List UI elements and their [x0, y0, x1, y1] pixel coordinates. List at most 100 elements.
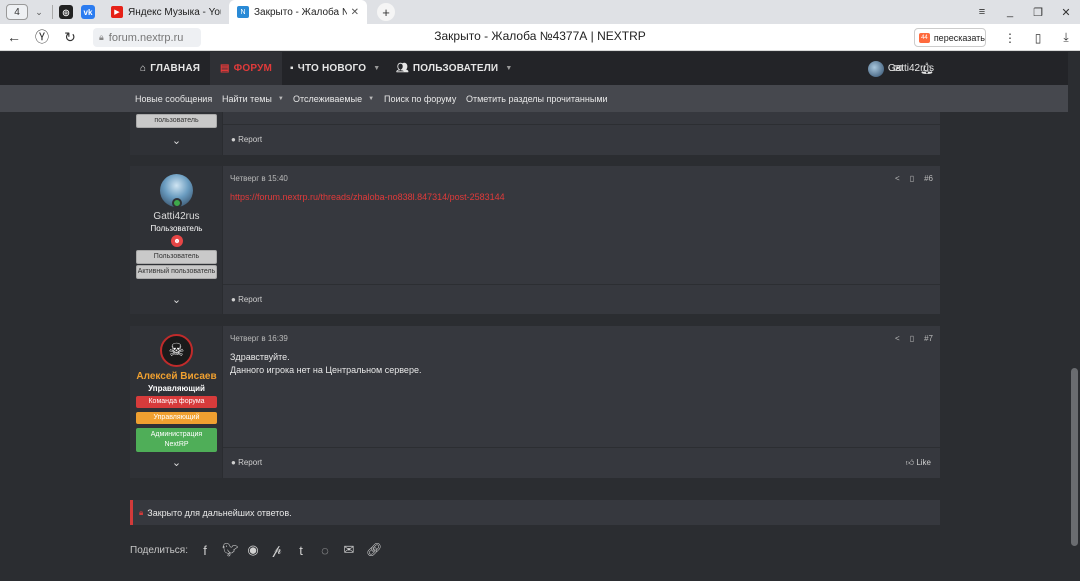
post-text-line: Данного игрока нет на Центральном сервер… [230, 365, 422, 375]
retell-label: пересказать [933, 32, 985, 43]
reddit-icon[interactable]: ◉ [246, 542, 260, 558]
avatar[interactable]: ☠ [160, 334, 193, 367]
link-icon[interactable]: 🔗︎ [366, 542, 383, 558]
chevron-down-icon[interactable]: ▼ [368, 96, 374, 102]
tab-youtube[interactable]: ▶ Яндекс Музыка - YouTube [103, 1, 229, 23]
twitter-icon[interactable]: 🐦︎ [222, 542, 239, 558]
post-number[interactable]: #6 [924, 174, 933, 183]
thread-closed-notice: 🔒︎ Закрыто для дальнейших ответов. [130, 500, 940, 525]
new-tab-button[interactable]: + [377, 3, 395, 21]
page-scrollbar[interactable] [1068, 52, 1080, 581]
minimize-icon[interactable]: _ [996, 6, 1024, 18]
chevron-down-icon[interactable]: ▼ [373, 65, 380, 72]
yandex-icon[interactable]: Ⓨ [28, 27, 56, 47]
youtube-icon: ▶ [111, 6, 123, 18]
pinterest-icon[interactable]: 𝓅 [270, 542, 284, 558]
tumblr-icon[interactable]: t [294, 543, 308, 558]
post-username[interactable]: Алексей Висаев [130, 371, 223, 382]
chevron-down-icon[interactable]: ▼ [278, 96, 284, 102]
subnav-new-posts[interactable]: Новые сообщения [135, 85, 212, 112]
user-banner: Активный пользователь [136, 265, 217, 279]
subnav-find-threads[interactable]: Найти темы ▼ [222, 85, 284, 112]
post-tools: < ▯ #7 [895, 334, 933, 343]
bookmark-icon[interactable]: ▯ [910, 174, 914, 183]
back-arrow-icon[interactable]: ← [0, 29, 28, 45]
user-title: Управляющий [148, 384, 205, 393]
download-icon[interactable]: ⤓ [1052, 30, 1080, 45]
user-banner: Управляющий [136, 412, 217, 424]
post-user-column: Gatti42rus Пользователь ☻ Пользователь А… [130, 166, 223, 314]
inbox-icon[interactable]: ✉ [893, 52, 902, 85]
report-link[interactable]: ● Report [231, 295, 262, 304]
addressbar-actions: ⋮ ▯ ⤓ [996, 24, 1080, 51]
nav-forum[interactable]: ▤ ФОРУМ [210, 52, 283, 85]
report-label: Report [238, 135, 263, 144]
subnav-search-forum[interactable]: Поиск по форуму [384, 85, 456, 112]
nav-whats-new[interactable]: ▪ ЧТО НОВОГО ▼ [290, 52, 380, 85]
menu-icon[interactable]: ≡ [968, 6, 996, 18]
post-link[interactable]: https://forum.nextrp.ru/threads/zhaloba-… [230, 192, 505, 202]
retell-icon: 44 [919, 32, 930, 43]
share-icon[interactable]: < [895, 174, 900, 183]
expand-chevron-icon[interactable]: ⌄ [130, 456, 223, 469]
like-button[interactable]: 👍︎ Like [906, 458, 931, 468]
nav-users[interactable]: 👥︎ ПОЛЬЗОВАТЕЛИ ▼ [396, 52, 512, 85]
forum-icon: ▤ [220, 63, 230, 74]
restore-icon[interactable]: ❐ [1024, 6, 1052, 19]
facebook-icon[interactable]: f [198, 543, 212, 558]
post-date[interactable]: Четверг в 15:40 [230, 174, 288, 183]
sidebar-icon[interactable]: ▯ [1024, 31, 1052, 45]
post-date[interactable]: Четверг в 16:39 [230, 334, 288, 343]
post-username[interactable]: Gatti42rus [130, 211, 223, 222]
tab-count-button[interactable]: 4 [6, 4, 28, 20]
nav-whats-new-label: ЧТО НОВОГО [297, 63, 367, 74]
subnav-mark-read[interactable]: Отметить разделы прочитанными [466, 85, 608, 112]
expand-chevron-icon[interactable]: ⌄ [130, 134, 223, 147]
bell-icon[interactable]: 🔔︎ [920, 52, 934, 85]
browser-tabbar: 4 ⌄ ◎ vk ▶ Яндекс Музыка - YouTube N Зак… [0, 0, 1080, 24]
user-banner: Пользователь [136, 250, 217, 264]
post-footer: ● Report 👍︎ Like [223, 447, 940, 477]
subnav-watched[interactable]: Отслеживаемые ▼ [293, 85, 374, 112]
chevron-down-icon[interactable]: ▼ [505, 65, 512, 72]
user-banner: Команда форума [136, 396, 217, 408]
expand-chevron-icon[interactable]: ⌄ [130, 293, 223, 306]
nextrp-favicon-icon: N [237, 6, 249, 18]
share-icon[interactable]: < [895, 334, 900, 343]
user-title: Пользователь [150, 224, 203, 233]
close-tab-icon[interactable]: ✕ [351, 7, 359, 18]
closed-notice-text: Закрыто для дальнейших ответов. [147, 507, 292, 518]
nav-home[interactable]: ⌂ ГЛАВНАЯ [140, 52, 200, 85]
email-icon[interactable]: ✉ [342, 542, 356, 558]
subnav-find-threads-label: Найти темы [222, 93, 272, 104]
url-field[interactable]: 🔒︎ forum.nextrp.ru [93, 28, 201, 47]
share-label: Поделиться: [130, 544, 188, 556]
user-banner: Администрация NextRP [136, 428, 217, 452]
scrollbar-thumb[interactable] [1071, 368, 1078, 546]
report-link[interactable]: ● Report [231, 458, 262, 467]
pinned-tab-vk-icon[interactable]: vk [81, 5, 95, 19]
window-controls: ≡ _ ❐ ✕ [968, 0, 1080, 24]
bookmark-icon[interactable]: ▯ [910, 334, 914, 343]
post-number[interactable]: #7 [924, 334, 933, 343]
post-user-column: пользователь ⌄ [130, 112, 223, 155]
more-icon[interactable]: ⋮ [996, 31, 1024, 45]
online-status-icon [172, 198, 182, 208]
user-banner: пользователь [136, 114, 217, 128]
tab-list-chevron-icon[interactable]: ⌄ [32, 7, 46, 18]
lock-icon: 🔒︎ [139, 507, 144, 517]
reaction-badge-icon: ☻ [171, 235, 183, 247]
pinned-tab-chatgpt-icon[interactable]: ◎ [59, 5, 73, 19]
nav-forum-label: ФОРУМ [233, 63, 273, 74]
report-label: Report [238, 458, 263, 467]
whatsapp-icon[interactable]: ◌ [318, 543, 332, 558]
url-text: forum.nextrp.ru [108, 31, 184, 44]
tab-forum[interactable]: N Закрыто - Жалоба №4377А ✕ [229, 0, 367, 24]
report-link[interactable]: ● Report [231, 135, 262, 144]
reload-icon[interactable]: ↻ [56, 29, 84, 46]
post-tools: < ▯ #6 [895, 174, 933, 183]
post-previous: пользователь ⌄ ● Report [130, 112, 940, 155]
retell-button[interactable]: 44 пересказать [914, 28, 986, 47]
lock-icon: 🔒︎ [99, 32, 104, 42]
close-window-icon[interactable]: ✕ [1052, 6, 1080, 19]
